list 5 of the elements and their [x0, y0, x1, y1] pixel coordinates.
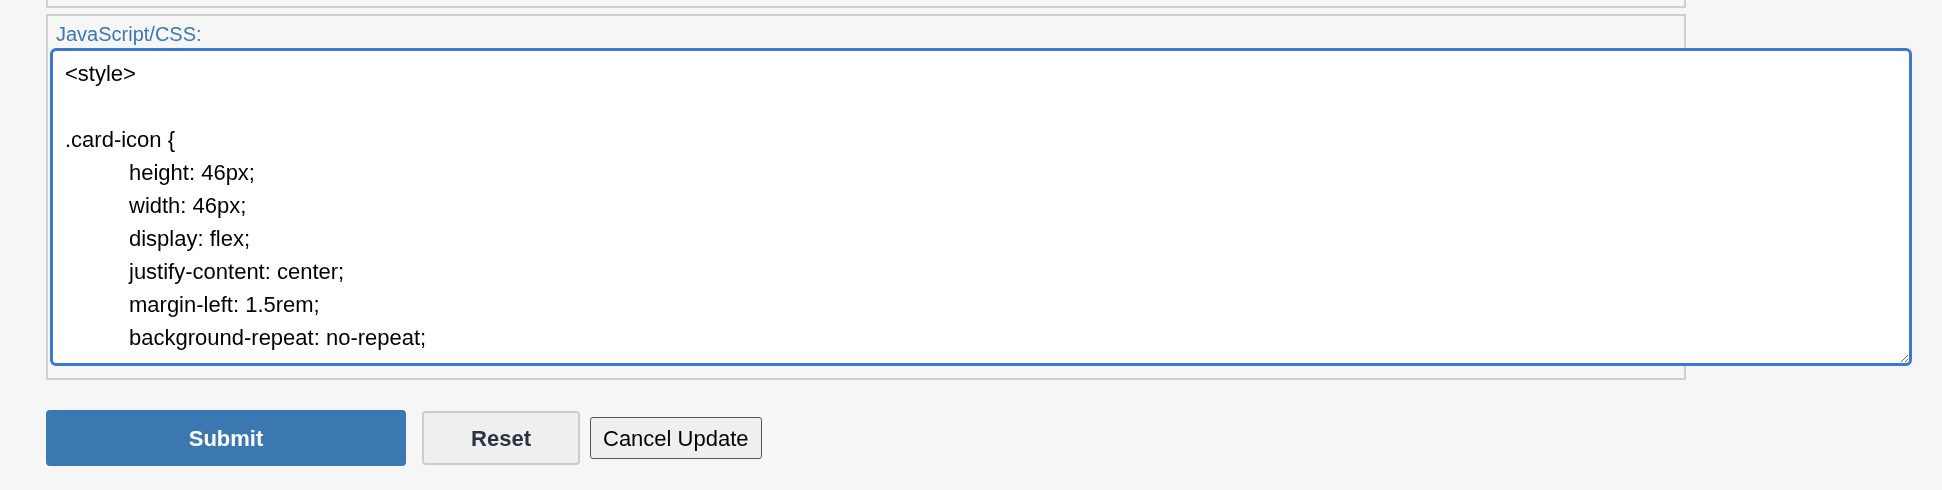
reset-button[interactable]: Reset	[422, 411, 580, 465]
field-label: JavaScript/CSS:	[55, 22, 202, 46]
submit-button[interactable]: Submit	[46, 410, 406, 466]
cancel-button[interactable]: Cancel Update	[590, 417, 762, 459]
code-textarea[interactable]: <style> .card-icon { height: 46px; width: 46px; display: flex; justify-content: center; margin-left: 1.5rem; background-repeat: no-repeat;	[50, 48, 1912, 366]
